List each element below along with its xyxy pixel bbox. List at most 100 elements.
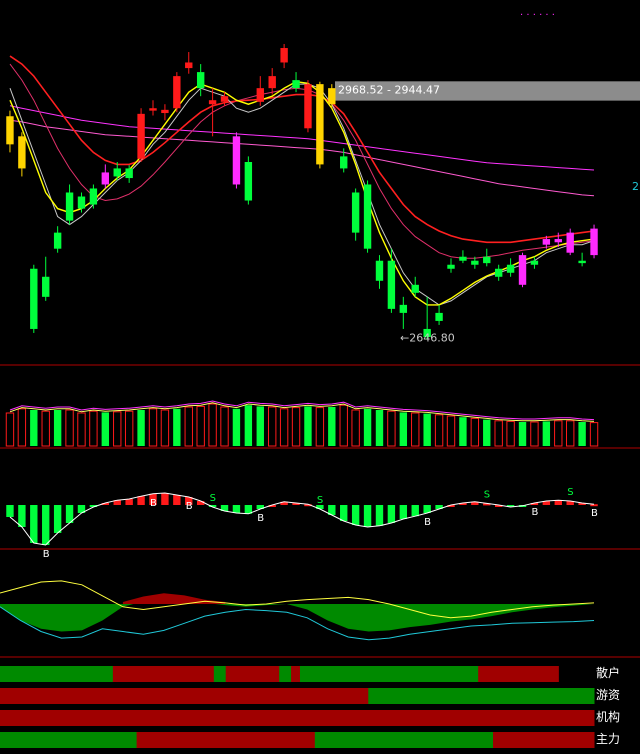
volume-bar	[339, 404, 348, 447]
candle-body	[363, 184, 372, 249]
volume-bar	[124, 410, 134, 447]
volume-bar	[232, 408, 241, 446]
candle-body	[578, 260, 586, 264]
signal-marker: S	[317, 495, 323, 506]
volume-bar	[113, 411, 122, 447]
candle-body	[506, 264, 515, 273]
oscillator-bar	[137, 496, 145, 505]
candle-body	[459, 256, 467, 261]
candle-body	[387, 260, 396, 309]
volume-bar	[208, 403, 217, 447]
flow-area-red	[122, 593, 226, 604]
participant-segment	[0, 666, 114, 682]
participant-segment	[493, 732, 595, 748]
volume-bar	[160, 409, 170, 447]
chart-stage[interactable]: 2968.52 - 2944.47 ←2646.80 · · · · · · 2 B B…	[0, 0, 640, 754]
main-force-label: 主力	[595, 732, 620, 746]
volume-panel[interactable]	[5, 400, 599, 447]
oscillator-bar	[161, 493, 169, 505]
participant-segment	[112, 666, 215, 682]
candle-body	[483, 256, 491, 264]
candle-body	[351, 192, 360, 233]
candle-body	[566, 232, 574, 253]
oscillator-bar	[196, 501, 205, 505]
candle-body	[196, 72, 205, 89]
top-dots: · · · · · ·	[520, 10, 555, 21]
ma-long-pink	[9, 119, 595, 197]
oscillator-bar	[30, 505, 38, 543]
ma-yellow-line	[9, 80, 595, 306]
candle-body	[411, 284, 419, 293]
candle-body	[6, 116, 14, 145]
right-edge-mark: 2	[632, 180, 639, 193]
participant-segment	[314, 732, 494, 748]
volume-bar	[506, 420, 515, 447]
ma-white-line	[9, 83, 595, 306]
volume-bar	[494, 420, 503, 447]
candle-body	[530, 260, 539, 265]
volume-bar	[315, 407, 325, 447]
candle-body	[399, 304, 408, 313]
oscillator-bar	[18, 505, 26, 527]
volume-bar	[459, 417, 467, 446]
candle-body	[173, 76, 181, 109]
candle-body	[316, 84, 324, 165]
oscillator-bar	[363, 505, 372, 527]
oscillator-bar	[42, 505, 50, 545]
candle-body	[18, 136, 26, 169]
signal-marker: B	[591, 508, 598, 519]
candle-body	[518, 255, 527, 285]
candle-body	[292, 80, 300, 89]
volume-bar	[89, 410, 98, 447]
signal-marker: S	[567, 487, 573, 498]
price-chart-panel[interactable]: 2968.52 - 2944.47 ←2646.80 · · · · · · 2	[6, 10, 640, 345]
capital-flow-panel[interactable]	[0, 580, 595, 641]
volume-bar	[41, 410, 50, 447]
participant-segment	[213, 666, 227, 682]
candle-body	[77, 196, 86, 209]
candle-body	[447, 264, 455, 269]
candle-body	[220, 96, 229, 102]
volume-bar	[137, 410, 145, 446]
candle-body	[30, 268, 38, 329]
candle-body	[208, 100, 217, 105]
participant-segment	[0, 710, 595, 726]
oscillator-bar	[375, 505, 384, 526]
volume-bar	[399, 412, 408, 446]
candle-body	[268, 76, 276, 89]
volume-bar	[279, 408, 289, 447]
low-price-label: ←2646.80	[400, 332, 455, 345]
signal-marker: B	[186, 501, 193, 512]
candle-body	[244, 162, 253, 201]
volume-bar	[518, 422, 527, 446]
volume-bar	[554, 420, 563, 447]
volume-bar	[375, 410, 384, 446]
institution-label: 机构	[595, 710, 620, 724]
candle-body	[232, 136, 241, 185]
volume-bar	[5, 412, 15, 447]
ma-long-magenta	[9, 105, 595, 171]
volume-bar	[411, 412, 420, 447]
oscillator-line	[9, 492, 595, 546]
oscillator-bar	[399, 505, 408, 519]
oscillator-bar	[125, 499, 133, 505]
volume-bar	[589, 422, 599, 447]
candle-body	[53, 232, 62, 249]
candle-body	[494, 268, 503, 277]
oscillator-bar	[340, 505, 348, 521]
signal-marker: B	[150, 498, 157, 509]
oscillator-bar	[590, 504, 598, 507]
signal-marker: B	[424, 517, 431, 528]
candle-body	[137, 113, 145, 159]
volume-bar	[566, 420, 575, 447]
participant-segment	[136, 732, 316, 748]
volume-bar	[446, 415, 456, 447]
volume-bar	[30, 410, 38, 446]
oscillator-bar	[351, 505, 360, 525]
candle-body	[304, 84, 312, 129]
candle-body	[185, 62, 193, 69]
candle-body	[149, 108, 157, 111]
participant-segment	[279, 666, 292, 682]
oscillator-bar	[53, 505, 62, 533]
oscillator-bar	[6, 505, 14, 517]
